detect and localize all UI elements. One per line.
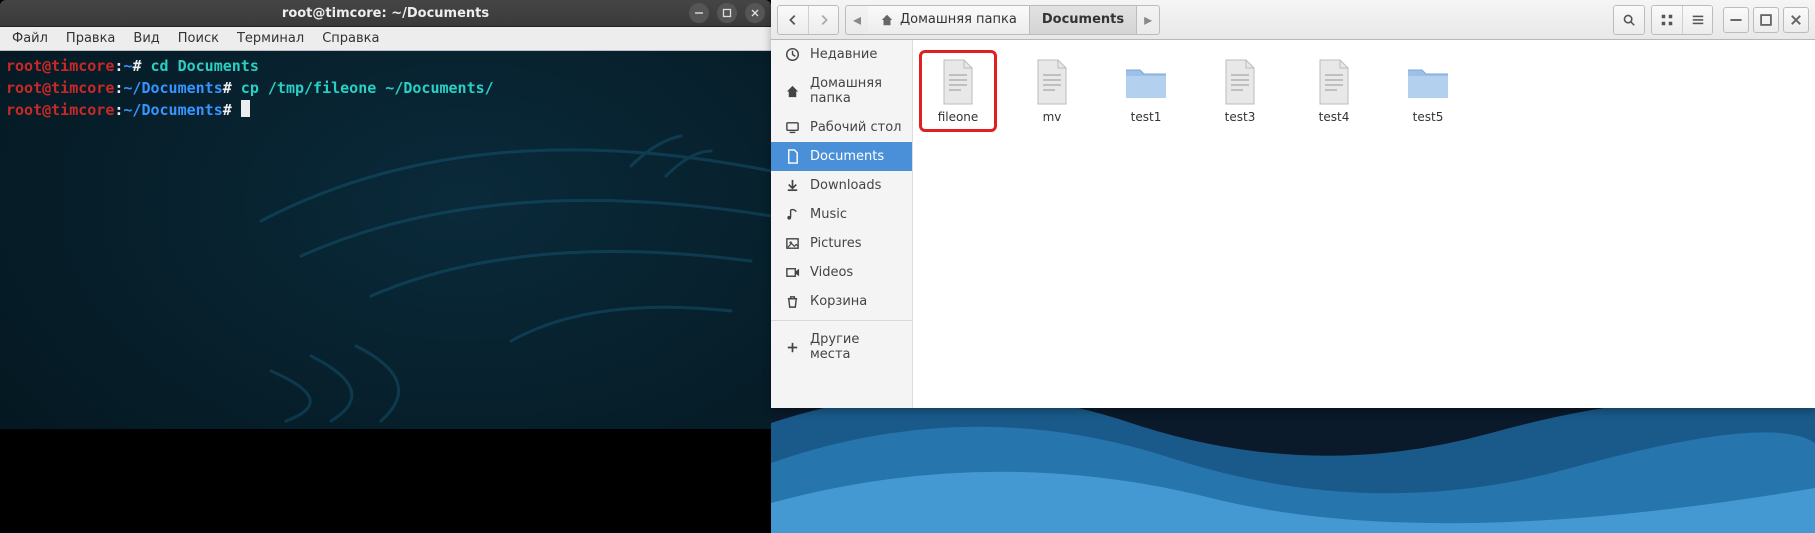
- sidebar-item-pictures[interactable]: Pictures: [771, 229, 912, 258]
- clock-icon: [785, 47, 800, 62]
- sidebar-item-label: Рабочий стол: [810, 120, 901, 135]
- breadcrumb-home-label: Домашняя папка: [900, 12, 1017, 27]
- menu-file[interactable]: Файл: [4, 29, 56, 48]
- sidebar-item-домашняя-папка[interactable]: Домашняя папка: [771, 69, 912, 113]
- file-label: test3: [1225, 110, 1256, 124]
- file-item-mv[interactable]: mv: [1017, 54, 1087, 128]
- kali-dragon-icon: [211, 81, 771, 429]
- fm-close-button[interactable]: [1783, 7, 1809, 33]
- file-label: test1: [1131, 110, 1162, 124]
- home-icon: [880, 13, 894, 27]
- list-view-button[interactable]: [1682, 6, 1712, 34]
- minimize-button[interactable]: [689, 3, 709, 23]
- file-item-test5[interactable]: test5: [1393, 54, 1463, 128]
- icon-view-button[interactable]: [1652, 6, 1682, 34]
- sidebar-item-label: Music: [810, 207, 847, 222]
- sidebar-item-недавние[interactable]: Недавние: [771, 40, 912, 69]
- terminal-menubar: Файл Правка Вид Поиск Терминал Справка: [0, 27, 771, 51]
- file-item-test4[interactable]: test4: [1299, 54, 1369, 128]
- breadcrumb: ◂ Домашняя папка Documents ▸: [845, 5, 1160, 35]
- file-label: mv: [1043, 110, 1062, 124]
- fm-maximize-button[interactable]: [1753, 7, 1779, 33]
- file-manager-toolbar: ◂ Домашняя папка Documents ▸: [771, 0, 1815, 40]
- document-icon: [934, 58, 982, 106]
- plus-icon: [785, 340, 800, 355]
- menu-search[interactable]: Поиск: [170, 29, 227, 48]
- menu-terminal[interactable]: Терминал: [229, 29, 312, 48]
- file-item-test3[interactable]: test3: [1205, 54, 1275, 128]
- sidebar: Недавние Домашняя папка Рабочий стол Docume…: [771, 40, 913, 408]
- trash-icon: [785, 294, 800, 309]
- sidebar-item-label: Домашняя папка: [810, 76, 902, 106]
- breadcrumb-current-label: Documents: [1042, 12, 1124, 27]
- download-icon: [785, 178, 800, 193]
- sidebar-item-music[interactable]: Music: [771, 200, 912, 229]
- terminal-line: root@timcore:~# cd Documents: [6, 55, 765, 77]
- file-manager-window: ◂ Домашняя папка Documents ▸: [771, 0, 1815, 408]
- file-grid[interactable]: fileone mv test1 test3 test4 test5: [913, 40, 1815, 408]
- file-label: test4: [1319, 110, 1350, 124]
- sidebar-item-label: Недавние: [810, 47, 877, 62]
- forward-button[interactable]: [808, 6, 838, 34]
- sidebar-item-корзина[interactable]: Корзина: [771, 287, 912, 316]
- back-button[interactable]: [778, 6, 808, 34]
- file-item-fileone[interactable]: fileone: [923, 54, 993, 128]
- home-icon: [785, 84, 800, 99]
- maximize-button[interactable]: [717, 3, 737, 23]
- file-item-test1[interactable]: test1: [1111, 54, 1181, 128]
- breadcrumb-current[interactable]: Documents: [1029, 6, 1137, 34]
- sidebar-item-label: Documents: [810, 149, 884, 164]
- document-icon: [1310, 58, 1358, 106]
- terminal-line: root@timcore:~/Documents#: [6, 99, 765, 121]
- music-icon: [785, 207, 800, 222]
- menu-view[interactable]: Вид: [125, 29, 167, 48]
- sidebar-item-documents[interactable]: Documents: [771, 142, 912, 171]
- terminal-body[interactable]: root@timcore:~# cd Documentsroot@timcore…: [0, 51, 771, 429]
- cursor: [241, 100, 250, 117]
- sidebar-item-videos[interactable]: Videos: [771, 258, 912, 287]
- terminal-titlebar[interactable]: root@timcore: ~/Documents: [0, 0, 771, 27]
- sidebar-item-label: Videos: [810, 265, 853, 280]
- breadcrumb-right-icon[interactable]: ▸: [1137, 10, 1159, 29]
- desktop: ◂ Домашняя папка Documents ▸: [771, 0, 1815, 533]
- sidebar-item-other-places[interactable]: Другие места: [771, 325, 912, 369]
- document-icon: [1216, 58, 1264, 106]
- breadcrumb-home[interactable]: Домашняя папка: [868, 6, 1029, 34]
- fm-minimize-button[interactable]: [1723, 7, 1749, 33]
- folder-icon: [1404, 58, 1452, 106]
- video-icon: [785, 265, 800, 280]
- document-icon: [1028, 58, 1076, 106]
- sidebar-item-downloads[interactable]: Downloads: [771, 171, 912, 200]
- sidebar-item-рабочий-стол[interactable]: Рабочий стол: [771, 113, 912, 142]
- file-label: test5: [1413, 110, 1444, 124]
- sidebar-item-label: Корзина: [810, 294, 867, 309]
- sidebar-separator: [771, 320, 912, 321]
- file-label: fileone: [938, 110, 979, 124]
- desktop-icon: [785, 120, 800, 135]
- doc-icon: [785, 149, 800, 164]
- search-button[interactable]: [1614, 6, 1644, 34]
- folder-icon: [1122, 58, 1170, 106]
- terminal-title: root@timcore: ~/Documents: [282, 6, 489, 21]
- terminal-window: root@timcore: ~/Documents Файл Правка Ви…: [0, 0, 771, 429]
- picture-icon: [785, 236, 800, 251]
- menu-help[interactable]: Справка: [314, 29, 387, 48]
- close-button[interactable]: [745, 3, 765, 23]
- sidebar-item-label: Другие места: [810, 332, 902, 362]
- menu-edit[interactable]: Правка: [58, 29, 123, 48]
- terminal-line: root@timcore:~/Documents# cp /tmp/fileon…: [6, 77, 765, 99]
- sidebar-item-label: Pictures: [810, 236, 861, 251]
- breadcrumb-left-icon[interactable]: ◂: [846, 10, 868, 29]
- sidebar-item-label: Downloads: [810, 178, 881, 193]
